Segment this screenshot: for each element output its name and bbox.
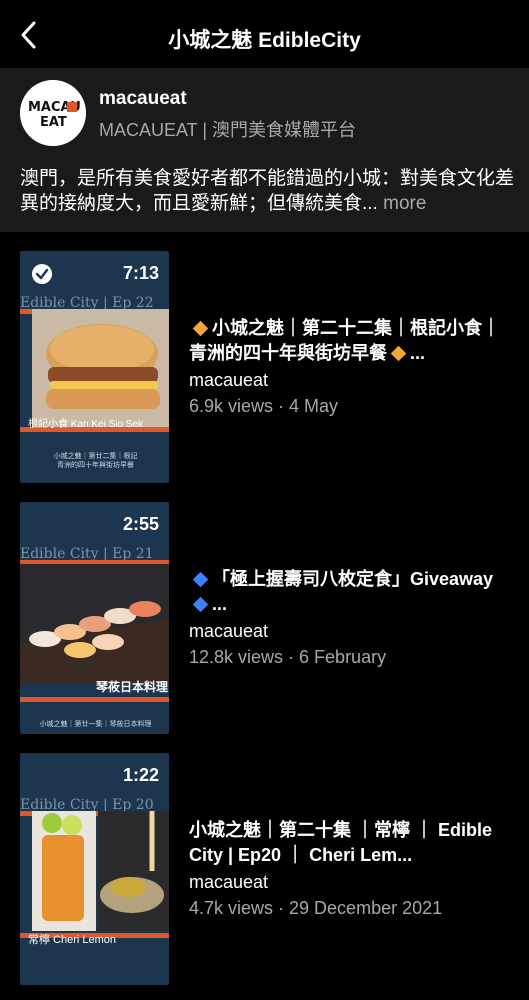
video-duration: 7:13 [122, 263, 159, 283]
video-channel[interactable]: macaueat [189, 619, 509, 644]
video-channel[interactable]: macaueat [189, 368, 509, 393]
video-title-ellipsis: ... [410, 343, 426, 363]
video-title[interactable]: 「極上握壽司八枚定食」Giveaway... [189, 567, 509, 617]
video-duration: 2:55 [122, 514, 159, 534]
video-thumbnail[interactable]: Edible City | Ep 20 常檸 Cheri Lemon 1:22 [20, 753, 169, 985]
description-text: 澳門，是所有美食愛好者都不能錯過的小城：對美食文化差異的接納度大，而且愛新鮮；但… [20, 168, 515, 214]
video-title[interactable]: 小城之魅｜第二十集 ｜常檸 ｜ Edible City | Ep20 ｜ Che… [189, 818, 509, 868]
thumbnail-subcaption: 小城之魅｜第廿二集｜根記 青洲的四十年與街坊早餐 [53, 453, 138, 469]
orange-diamond-icon [192, 320, 209, 337]
thumbnail-subcaption: 小城之魅｜第廿一集｜琴莜日本料理 [39, 721, 152, 728]
watched-check-icon [32, 264, 52, 284]
video-info[interactable]: 小城之魅｜第二十集 ｜常檸 ｜ Edible City | Ep20 ｜ Che… [189, 818, 509, 922]
video-meta: 4.7k views · 29 December 2021 [189, 898, 443, 918]
avatar[interactable]: MACAU EAT [20, 80, 86, 146]
blue-diamond-icon [192, 596, 209, 613]
video-item[interactable]: Edible City | Ep 22 根記小食 Kan Kei Sio Sek… [0, 251, 529, 483]
channel-description: 澳門，是所有美食愛好者都不能錯過的小城：對美食文化差異的接納度大，而且愛新鮮；但… [20, 166, 515, 216]
video-title-text: 小城之魅｜第二十二集｜根記小食｜青洲的四十年與街坊早餐 [189, 318, 500, 363]
channel-name[interactable]: macaueat [99, 88, 187, 110]
channel-profile: MACAU EAT macaueat MACAUEAT | 澳門美食媒體平台 澳… [0, 68, 529, 232]
channel-subtitle: MACAUEAT | 澳門美食媒體平台 [99, 120, 357, 140]
video-meta: 12.8k views · 6 February [189, 647, 387, 667]
video-item[interactable]: Edible City | Ep 20 常檸 Cheri Lemon 1:22 … [0, 753, 529, 985]
video-thumbnail[interactable]: Edible City | Ep 21 琴莜日本料理 小城之魅｜第廿一集｜琴莜日… [20, 502, 169, 734]
video-info[interactable]: 小城之魅｜第二十二集｜根記小食｜青洲的四十年與街坊早餐... macaueat … [189, 316, 509, 420]
macaueat-logo: MACAU EAT [20, 80, 86, 146]
thumbnail-accent-bar [20, 697, 169, 702]
video-title[interactable]: 小城之魅｜第二十二集｜根記小食｜青洲的四十年與街坊早餐... [189, 316, 509, 366]
video-item[interactable]: Edible City | Ep 21 琴莜日本料理 小城之魅｜第廿一集｜琴莜日… [0, 502, 529, 734]
video-info[interactable]: 「極上握壽司八枚定食」Giveaway... macaueat 12.8k vi… [189, 567, 509, 671]
burger-photo [32, 309, 169, 429]
thumbnail-caption: 琴莜日本料理 [96, 680, 169, 694]
svg-text:EAT: EAT [40, 115, 67, 130]
video-title-ellipsis: ... [212, 594, 228, 614]
video-duration: 1:22 [122, 765, 159, 785]
thumbnail-caption: 常檸 Cheri Lemon [28, 934, 117, 946]
sushi-photo [20, 564, 169, 684]
video-thumbnail[interactable]: Edible City | Ep 22 根記小食 Kan Kei Sio Sek… [20, 251, 169, 483]
orange-diamond-icon [390, 345, 407, 362]
more-link[interactable]: more [378, 193, 426, 214]
page-title: 小城之魅 EdibleCity [168, 29, 361, 52]
top-bar: 小城之魅 EdibleCity [0, 0, 529, 68]
thumbnail-caption: 根記小食 Kan Kei Sio Sek [28, 419, 144, 430]
blue-diamond-icon [192, 571, 209, 588]
video-channel[interactable]: macaueat [189, 870, 509, 895]
lemon-drinks-photo [32, 811, 169, 931]
video-title-text: 「極上握壽司八枚定食」Giveaway [212, 569, 494, 589]
video-meta: 6.9k views · 4 May [189, 396, 339, 416]
